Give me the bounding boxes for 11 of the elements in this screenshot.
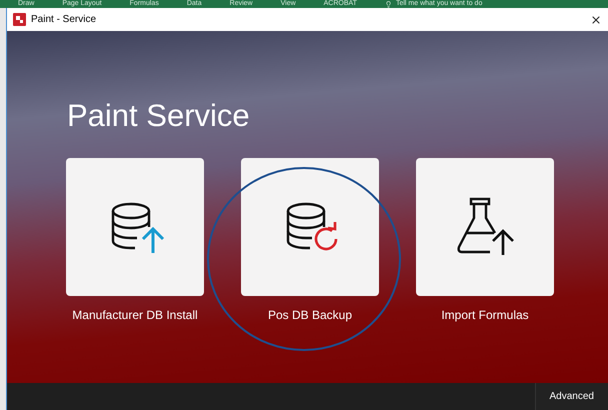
lightbulb-icon (384, 0, 392, 8)
tile-label: Manufacturer DB Install (72, 307, 198, 324)
tile-button[interactable] (241, 158, 379, 296)
tile-button[interactable] (66, 158, 204, 296)
app-logo-icon (13, 13, 26, 26)
tile-button[interactable] (416, 158, 554, 296)
tile-label: Pos DB Backup (268, 307, 352, 324)
window-title: Paint - Service (31, 13, 96, 27)
tile-label: Import Formulas (441, 307, 529, 324)
page-heading: Paint Service (67, 98, 251, 134)
close-icon[interactable] (590, 14, 602, 26)
